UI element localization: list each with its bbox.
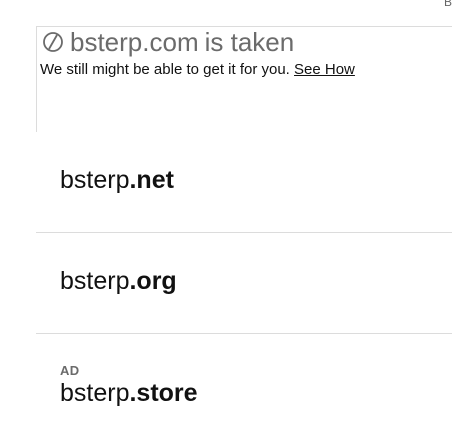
taken-status-text: is taken <box>204 27 295 57</box>
domain-suggestion-net[interactable]: bsterp.net <box>36 132 452 233</box>
ad-badge: AD <box>60 363 80 378</box>
domain-suggestion-org[interactable]: bsterp.org <box>36 233 452 334</box>
domain-tld: .org <box>129 267 177 295</box>
domain-suggestion-name: bsterp.net <box>60 166 174 195</box>
taken-message-text: We still might be able to get it for you… <box>40 61 290 78</box>
domain-suggestion-name: bsterp.store <box>60 379 198 408</box>
domain-taken-message: We still might be able to get it for you… <box>40 61 355 78</box>
domain-sld: bsterp <box>60 379 130 407</box>
domain-tld: .net <box>129 166 174 194</box>
domain-sld: bsterp <box>60 267 130 295</box>
domain-suggestion-name: bsterp.org <box>60 267 177 296</box>
clipped-label: B <box>443 0 452 9</box>
domain-sld: bsterp <box>60 166 130 194</box>
domain-search-results: B bsterp.com is taken We still might be … <box>0 0 452 432</box>
see-how-link[interactable]: See How <box>294 61 355 78</box>
domain-taken-headline: bsterp.com is taken <box>42 27 294 57</box>
unavailable-icon <box>43 32 63 52</box>
domain-suggestion-store[interactable]: AD bsterp.store <box>36 334 452 432</box>
taken-domain-name: bsterp.com <box>70 27 199 57</box>
domain-tld: .store <box>129 379 198 407</box>
